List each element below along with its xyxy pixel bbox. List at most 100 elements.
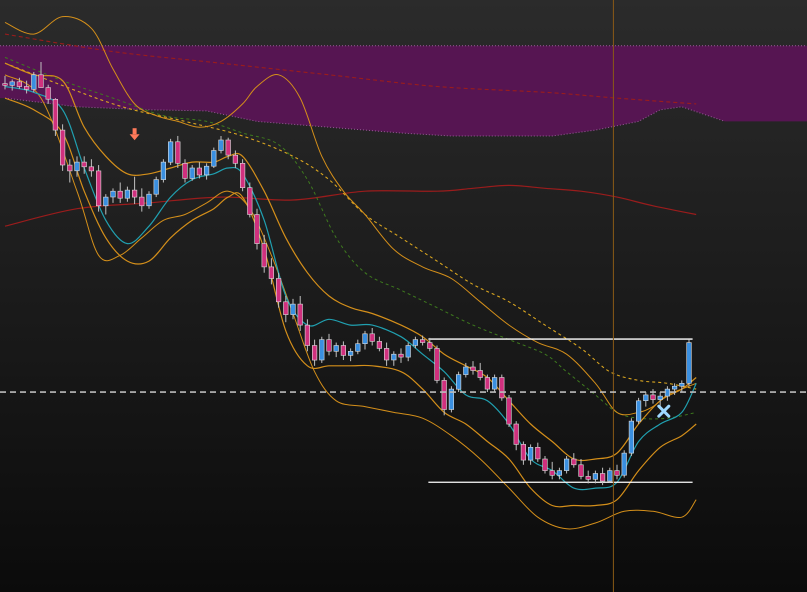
candle-body-down (59, 129, 66, 166)
candle-body-up (563, 458, 570, 471)
candle (153, 176, 159, 198)
candle-body-down (484, 377, 491, 390)
candle-body-up (189, 167, 195, 179)
candle-body-up (103, 196, 109, 207)
candle-body-down (477, 370, 483, 378)
candle-body-up (607, 470, 613, 482)
candle-body-up (628, 420, 634, 454)
candle-body-down (542, 458, 548, 471)
candle-body-down (96, 170, 102, 207)
candle-body-down (599, 473, 606, 482)
candle-body-down (383, 348, 390, 361)
candle (240, 159, 246, 192)
candle-body-down (578, 464, 584, 477)
candle-body-up (621, 452, 627, 476)
candle-body-up (74, 161, 80, 172)
candle (455, 371, 462, 393)
candle-body-up (657, 395, 663, 400)
candle-body-down (275, 278, 282, 303)
candle-body-up (635, 400, 642, 422)
candle-body-down (254, 214, 260, 244)
candle-body-up (355, 343, 361, 352)
candle (52, 98, 58, 136)
candle-body-up (362, 333, 368, 344)
candle-body-down (376, 341, 383, 349)
candle (499, 374, 505, 401)
candle-body-down (268, 266, 275, 279)
candle-body-up (333, 345, 339, 352)
candle-body-down (520, 444, 526, 461)
candle (247, 182, 253, 218)
candle-body-up (556, 470, 562, 476)
candlestick-chart[interactable] (0, 0, 807, 592)
candle (635, 397, 642, 425)
candle (506, 394, 512, 427)
candle (59, 124, 66, 171)
candle (448, 386, 455, 413)
candle-body-up (643, 394, 649, 401)
candle-body-down (67, 164, 73, 172)
candle-body-up (679, 382, 685, 387)
candle-body-down (369, 333, 375, 342)
candle-body-up (686, 342, 692, 384)
candle-body-down (311, 345, 318, 361)
chart-canvas[interactable] (0, 0, 807, 592)
candle-body-down (499, 377, 505, 399)
candle-body-up (405, 345, 411, 358)
candle-body-up (31, 74, 37, 90)
candle-body-down (535, 446, 541, 460)
candle-body-down (52, 99, 58, 131)
candle-body-down (304, 324, 311, 346)
candle-body-down (81, 161, 87, 168)
candle (160, 159, 167, 183)
candle-body-up (412, 339, 419, 346)
candle (686, 339, 692, 387)
candle-body-up (671, 385, 678, 390)
candle (621, 450, 627, 478)
candle-body-up (491, 377, 498, 390)
candle-body-down (2, 83, 8, 86)
candle-body-down (571, 458, 577, 466)
candle-body-down (139, 196, 145, 207)
candle-body-down (38, 74, 44, 88)
candle-body-down (419, 339, 426, 343)
candle-body-down (398, 353, 404, 358)
candle-body-down (247, 187, 253, 215)
candle-body-down (585, 476, 591, 480)
candle-body-down (326, 339, 332, 352)
candle-body-down (240, 163, 246, 189)
candle-body-up (204, 165, 210, 176)
candle-body-down (88, 166, 94, 172)
candle-body-up (110, 190, 116, 198)
candle-body-up (218, 139, 224, 151)
candle-body-down (23, 86, 30, 90)
candle-body-down (650, 394, 656, 400)
candle-body-up (347, 350, 354, 356)
candle-body-up (455, 374, 462, 390)
candle-body-up (211, 150, 217, 167)
candle-body-down (506, 397, 512, 425)
candle-body-down (549, 470, 555, 476)
candle (96, 165, 102, 212)
candle-body-down (434, 348, 440, 381)
candle-body-up (146, 193, 152, 207)
candle-body-down (175, 141, 181, 164)
candle-body-down (427, 342, 433, 349)
candle-body-up (527, 446, 534, 461)
candle-body-down (283, 301, 289, 315)
candle-body-down (182, 163, 188, 179)
candle (31, 71, 37, 93)
candle-body-up (290, 303, 296, 315)
candle-body-up (160, 161, 167, 180)
candle-body-down (340, 345, 347, 356)
candle-body-down (16, 81, 23, 87)
candle-body-up (124, 189, 130, 199)
candle-body-down (232, 154, 239, 164)
candle-body-down (196, 167, 203, 176)
candle-body-down (614, 470, 620, 476)
candle-body-down (117, 190, 123, 199)
candle (319, 336, 325, 363)
candle-body-down (441, 380, 447, 410)
candle-body-up (391, 353, 397, 361)
candle-body-down (470, 366, 476, 371)
